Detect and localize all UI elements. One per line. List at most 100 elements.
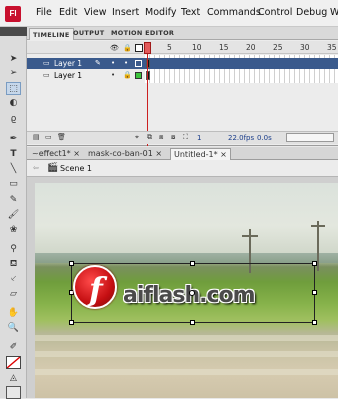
doc-tab-active[interactable]: Untitled-1* × [170, 148, 231, 160]
3d-rotation-tool-icon[interactable]: ◐ [6, 97, 21, 110]
far-hills [35, 253, 338, 263]
frame-rate[interactable]: 22.0fps [228, 134, 254, 142]
water-reflection [35, 351, 338, 357]
tools-panel: ➤ ➢ ⬚ ◐ ϱ ✒ T ╲ ▭ ✎ 🖌 ❀ ⚲ ⛾ ⸔ ▱ ✋ 🔍 ✐ ◬ [0, 27, 27, 399]
menu-modify[interactable]: Modify [145, 7, 176, 18]
layer-row[interactable]: ▭ Layer 1 • 🔒 [27, 70, 338, 81]
logo-letter: f [89, 270, 103, 308]
new-layer-icon[interactable]: ▤ [33, 133, 40, 141]
transform-handle[interactable] [312, 290, 317, 295]
menu-bar: Fl File Edit View Insert Modify Text Com… [0, 0, 338, 27]
paint-bucket-icon[interactable]: ⛾ [6, 258, 21, 271]
layer-icon: ▭ [43, 71, 50, 79]
water-reflection [35, 335, 338, 341]
transform-handle[interactable] [312, 320, 317, 325]
playhead[interactable] [144, 42, 151, 54]
stage[interactable]: f aiflash.com [27, 177, 338, 398]
text-tool-icon[interactable]: T [6, 148, 21, 161]
transform-handle[interactable] [312, 261, 317, 266]
edit-multiple-frames-icon[interactable]: ⧇ [171, 133, 175, 142]
menu-debug[interactable]: Debug [296, 7, 327, 18]
menu-file[interactable]: File [36, 7, 52, 18]
lock-all-icon[interactable]: 🔒 [123, 44, 132, 52]
logo-circle-icon[interactable]: f [73, 265, 117, 309]
pencil-icon: ✎ [95, 59, 101, 67]
pen-tool-icon[interactable]: ✒ [6, 133, 21, 146]
visibility-dot[interactable]: • [111, 71, 115, 79]
outline-color-box[interactable] [135, 72, 142, 79]
transform-handle[interactable] [190, 261, 195, 266]
close-icon[interactable]: × [220, 150, 227, 159]
menu-insert[interactable]: Insert [112, 7, 139, 18]
transform-handle[interactable] [69, 320, 74, 325]
timeline-panel: TIMELINE OUTPUT MOTION EDITOR 👁 🔒 5 10 1… [27, 27, 338, 146]
close-icon[interactable]: × [155, 149, 162, 158]
flash-app-icon[interactable]: Fl [5, 6, 21, 22]
deco-tool-icon[interactable]: ❀ [6, 224, 21, 237]
fill-color-swatch[interactable] [6, 386, 21, 399]
back-arrow-icon[interactable]: ⇦ [33, 164, 39, 172]
onion-skin-icon[interactable]: ⧉ [147, 133, 152, 142]
lock-dot[interactable]: • [124, 59, 128, 67]
layer-name: Layer 1 [54, 71, 83, 80]
timeline-header: 👁 🔒 5 10 15 20 25 30 35 [27, 41, 338, 54]
outline-color-box[interactable] [135, 60, 142, 67]
free-transform-tool-icon[interactable]: ⬚ [6, 82, 21, 95]
hand-tool-icon[interactable]: ✋ [6, 307, 21, 320]
lock-icon[interactable]: 🔒 [123, 71, 132, 79]
edit-bar: ⇦ 🎬 Scene 1 [27, 160, 338, 177]
brush-tool-icon[interactable]: 🖌 [6, 209, 21, 222]
ruler-label: 10 [192, 43, 202, 52]
zoom-tool-icon[interactable]: 🔍 [6, 322, 21, 335]
tab-motion-editor[interactable]: MOTION EDITOR [111, 29, 174, 37]
elapsed-time: 0.0s [257, 134, 272, 142]
fill-color-icon[interactable]: ◬ [6, 372, 21, 385]
lasso-tool-icon[interactable]: ϱ [6, 113, 21, 126]
power-pole [317, 221, 319, 271]
selection-tool-icon[interactable]: ➤ [6, 53, 21, 66]
tab-output[interactable]: OUTPUT [73, 29, 105, 37]
close-icon[interactable]: × [73, 149, 80, 158]
menu-text[interactable]: Text [181, 7, 200, 18]
scene-label[interactable]: Scene 1 [60, 164, 92, 173]
menu-view[interactable]: View [84, 7, 107, 18]
transform-handle[interactable] [190, 320, 195, 325]
center-frame-icon[interactable]: ⌖ [135, 133, 139, 142]
menu-window[interactable]: W [330, 7, 338, 18]
outline-all-icon[interactable] [135, 44, 143, 52]
onion-outlines-icon[interactable]: ⧈ [159, 133, 163, 142]
transform-handle[interactable] [69, 261, 74, 266]
subselection-tool-icon[interactable]: ➢ [6, 67, 21, 80]
doc-tab[interactable]: mask-co-ban-01 × [85, 148, 165, 160]
tab-timeline[interactable]: TIMELINE [29, 28, 74, 40]
line-tool-icon[interactable]: ╲ [6, 163, 21, 176]
water-reflection [35, 369, 338, 375]
document-tabs: ~effect1* × mask-co-ban-01 × Untitled-1*… [27, 147, 338, 160]
eyedropper-tool-icon[interactable]: ⸔ [6, 273, 21, 286]
eraser-tool-icon[interactable]: ▱ [6, 288, 21, 301]
rectangle-tool-icon[interactable]: ▭ [6, 178, 21, 191]
pencil-tool-icon[interactable]: ✎ [6, 194, 21, 207]
visibility-dot[interactable]: • [111, 59, 115, 67]
panel-grip[interactable] [0, 27, 27, 36]
layer-row[interactable]: ▭ Layer 1 ✎ • • [27, 58, 338, 69]
doc-tab[interactable]: ~effect1* × [29, 148, 83, 160]
new-folder-icon[interactable]: ▭ [45, 133, 52, 141]
menu-commands[interactable]: Commands [207, 7, 261, 18]
delete-layer-icon[interactable]: 🗑 [57, 133, 66, 141]
bone-tool-icon[interactable]: ⚲ [6, 243, 21, 256]
stroke-color-swatch[interactable] [6, 356, 21, 369]
stroke-color-icon[interactable]: ✐ [6, 341, 21, 354]
timeline-footer: ▤ ▭ 🗑 ⌖ ⧉ ⧈ ⧇ ⛶ 1 22.0fps 0.0s [27, 131, 338, 144]
power-pole-arm [242, 235, 258, 237]
modify-markers-icon[interactable]: ⛶ [183, 133, 188, 142]
ruler-label: 5 [167, 43, 172, 52]
menu-control[interactable]: Control [258, 7, 292, 18]
registration-point[interactable] [189, 290, 195, 296]
horizontal-scrollbar[interactable] [286, 133, 334, 142]
power-pole-arm [311, 225, 325, 227]
logo-text[interactable]: aiflash.com [123, 283, 256, 308]
scene-icon: 🎬 [47, 163, 59, 173]
menu-edit[interactable]: Edit [59, 7, 77, 18]
show-hide-all-icon[interactable]: 👁 [110, 44, 119, 52]
